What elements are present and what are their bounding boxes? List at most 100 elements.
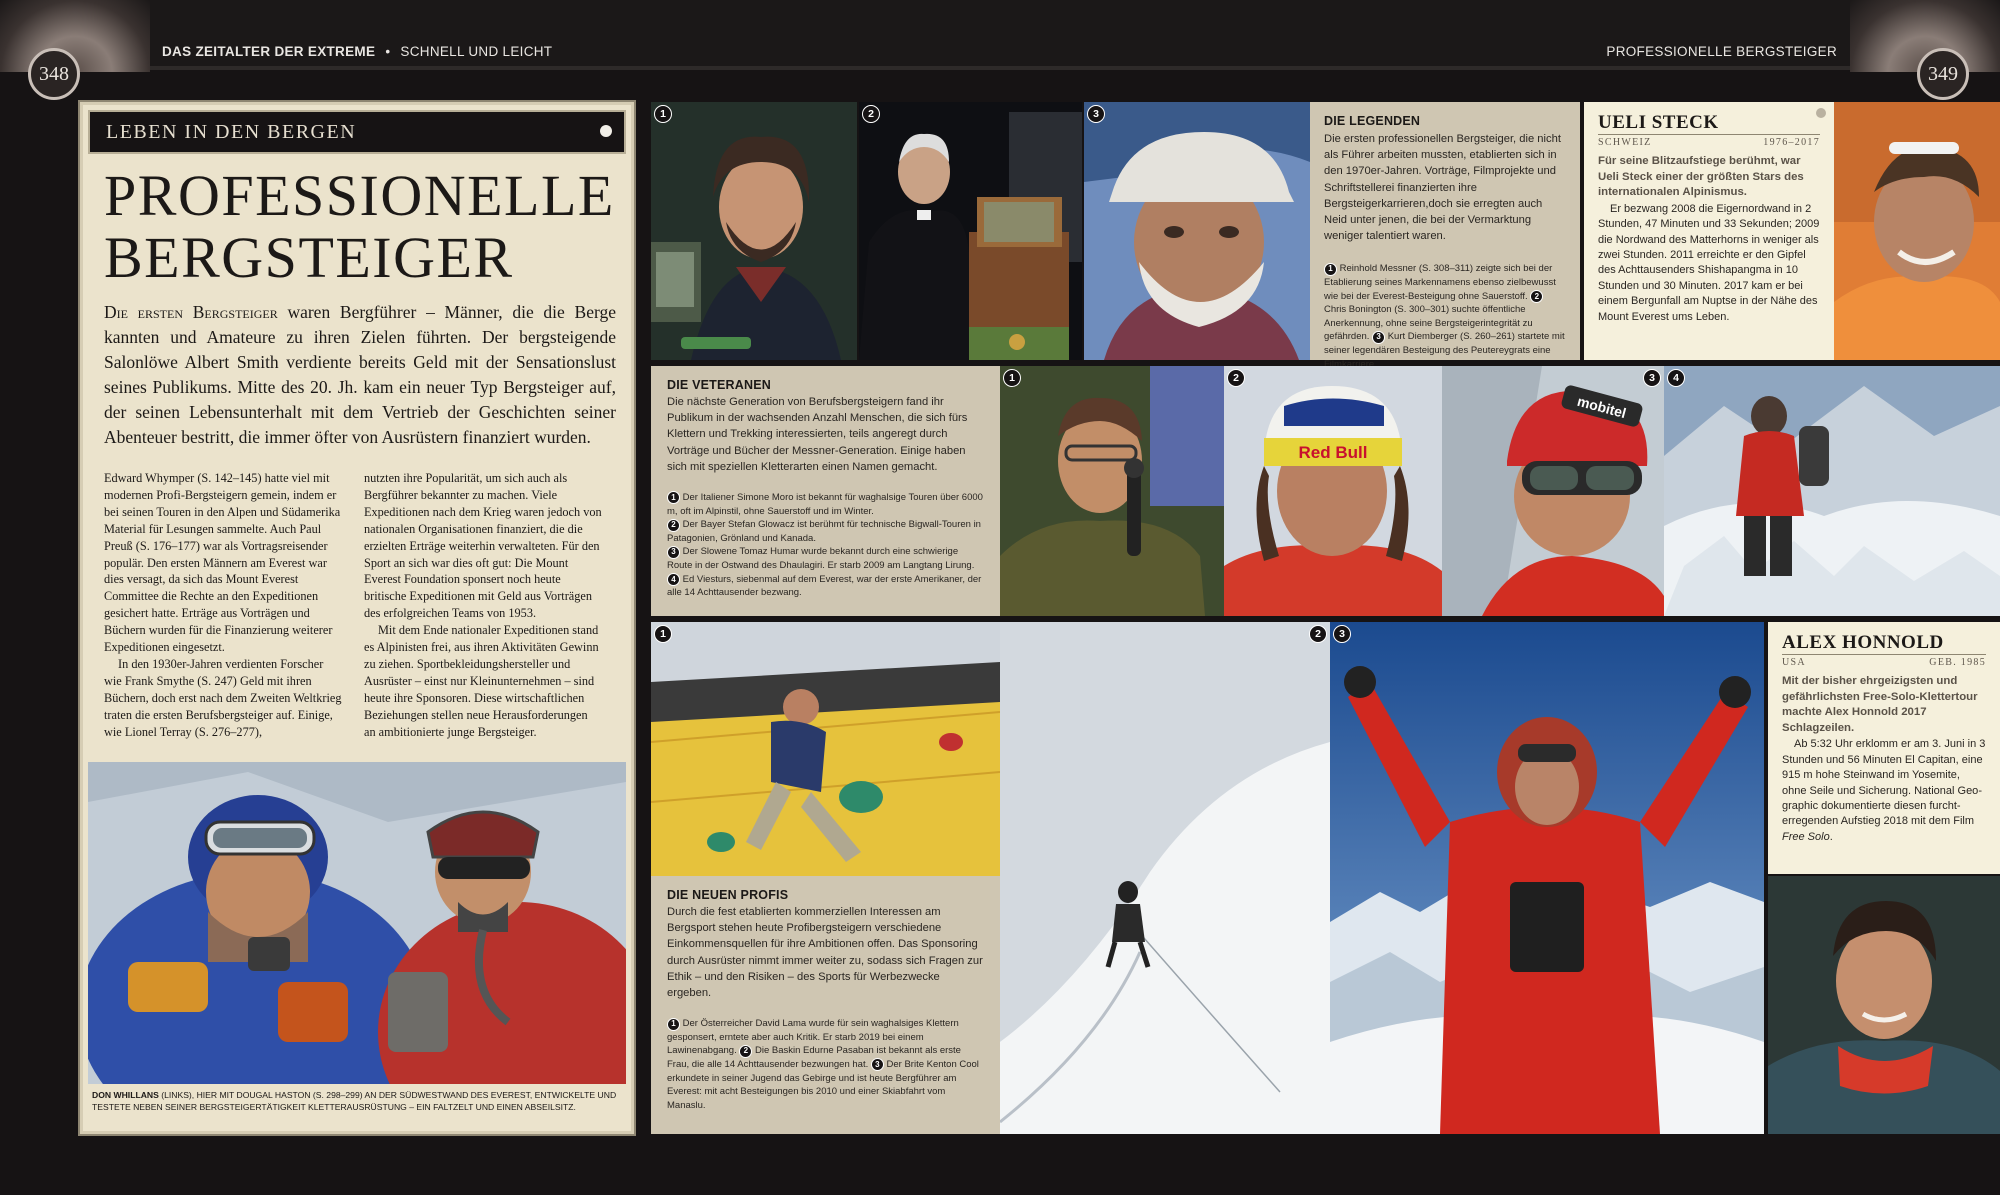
snow-slope-illustration — [1000, 622, 1330, 1134]
profile-years: 1976–2017 — [1763, 137, 1820, 148]
intro-lead: Die ersten Bergsteiger — [104, 302, 278, 322]
profile-text-end: . — [1829, 830, 1833, 843]
photo-alex-honnold — [1768, 876, 2000, 1134]
film-title: Free Solo — [1782, 830, 1830, 843]
caption-text: (links), hier mit Dougal Haston (S. 298–… — [92, 1090, 617, 1112]
header-separator: • — [385, 44, 391, 59]
number-badge: 4 — [667, 572, 680, 586]
section-title: DAS ZEITALTER DER EXTREME — [162, 44, 376, 59]
photo-david-lama: 1 — [651, 622, 1000, 876]
profile-text: Er bezwang 2008 die Eigernordwand in 2 S… — [1598, 202, 1820, 323]
category-label-bar: LEBEN IN DEN BERGEN — [88, 110, 626, 154]
caption-item: Der Bayer Stefan Glowacz ist berühmt für… — [667, 519, 981, 544]
profis-textbox: DIE NEUEN PROFIS Durch die fest etablier… — [651, 876, 1000, 1134]
photo-number: 3 — [1333, 625, 1351, 643]
portrait-illustration: mobitel — [1442, 366, 1664, 616]
profile-country: SCHWEIZ — [1598, 137, 1652, 148]
portrait-illustration — [1834, 102, 2000, 360]
profis-text: Durch die fest etablierten kommerziellen… — [667, 906, 983, 1000]
number-badge: 2 — [1530, 289, 1544, 303]
portrait-illustration — [1084, 102, 1310, 360]
photo-number: 2 — [1309, 625, 1327, 643]
portrait-illustration — [1768, 876, 2000, 1134]
veteranen-captions: 1 Der Italiener Simone Moro ist bekannt … — [667, 491, 984, 600]
portrait-illustration — [651, 102, 857, 360]
summit-illustration — [1330, 622, 1764, 1134]
profile-ueli-steck: UELI STECK SCHWEIZ 1976–2017 Für seine B… — [1584, 102, 1834, 360]
profis-captions: 1 Der Österreicher David Lama wurde für … — [667, 1017, 984, 1112]
photo-ed-viesturs: 4 — [1664, 366, 2000, 616]
photo-tomaz-humar: mobitel 3 — [1442, 366, 1664, 616]
page-number-right: 349 — [1917, 48, 1969, 100]
profile-text-body: Ab 5:32 Uhr erklomm er am 3. Juni in 3 S… — [1782, 738, 1986, 828]
running-header-right: PROFESSIONELLE BERGSTEIGER — [1606, 44, 1837, 59]
portrait-illustration — [859, 102, 1082, 360]
photo-number: 1 — [1003, 369, 1021, 387]
photo-number: 1 — [654, 105, 672, 123]
dot-icon — [1816, 108, 1826, 118]
photo-number: 4 — [1667, 369, 1685, 387]
legenden-captions: 1 Reinhold Messner (S. 308–311) zeigte s… — [1324, 262, 1566, 371]
dot-icon — [600, 125, 612, 137]
photo-number: 3 — [1643, 369, 1661, 387]
profile-lead: Für seine Blitzaufstiege berühmt, war Ue… — [1598, 155, 1804, 199]
profile-country: USA — [1782, 657, 1806, 668]
body-column-2: nutzten ihre Popularität, um sich auch a… — [364, 470, 602, 741]
legenden-text: Die ersten professionellen Bergsteiger, … — [1324, 133, 1561, 243]
profile-meta: SCHWEIZ 1976–2017 — [1598, 134, 1820, 148]
body-paragraph: In den 1930er-Jahren verdienten Forscher… — [104, 656, 342, 739]
portrait-illustration — [1000, 366, 1224, 616]
body-paragraph: Mit dem Ende nationaler Expeditionen sta… — [364, 623, 599, 739]
photo-stefan-glowacz: Red Bull 2 — [1224, 366, 1442, 616]
intro-text: waren Bergführer – Männer, die die Berge… — [104, 302, 616, 447]
photo-ueli-steck — [1834, 102, 2000, 360]
photo-number: 2 — [1227, 369, 1245, 387]
helmet-logo-text: Red Bull — [1299, 443, 1368, 462]
profile-lead: Mit der bisher ehrgeizigsten und gefährl… — [1782, 675, 1978, 734]
profis-heading: DIE NEUEN PROFIS — [667, 888, 789, 902]
photo-number: 3 — [1087, 105, 1105, 123]
category-label: LEBEN IN DEN BERGEN — [106, 121, 357, 143]
number-badge: 1 — [667, 1017, 680, 1031]
subsection-title: SCHNELL UND LEICHT — [400, 44, 553, 59]
climbing-illustration — [651, 622, 1000, 876]
photo-edurne-pasaban: 2 — [1000, 622, 1330, 1134]
climbers-illustration — [88, 762, 626, 1084]
veteranen-textbox: DIE VETERANEN Die nächste Generation von… — [651, 366, 1000, 616]
caption-item: Ed Viesturs, siebenmal auf dem Everest, … — [667, 573, 982, 599]
profile-meta: USA GEB. 1985 — [1782, 654, 1986, 668]
photo-chris-bonington: 2 — [859, 102, 1082, 360]
profile-alex-honnold: ALEX HONNOLD USA GEB. 1985 Mit der bishe… — [1768, 622, 2000, 874]
veteranen-heading: DIE VETERANEN — [667, 378, 772, 392]
photo-kurt-diemberger: 3 — [1084, 102, 1310, 360]
caption-item: Der Slowene Tomaz Humar wurde bekannt du… — [667, 546, 975, 571]
number-badge: 1 — [1324, 262, 1337, 276]
photo-caption: Don Whillans (links), hier mit Dougal Ha… — [92, 1090, 622, 1113]
photo-whillans-haston — [88, 762, 626, 1084]
profile-name: UELI STECK — [1598, 112, 1719, 133]
legenden-textbox: DIE LEGENDEN Die ersten professionellen … — [1310, 102, 1580, 370]
body-paragraph: Edward Whymper (S. 142–145) hatte viel m… — [104, 471, 341, 655]
number-badge: 3 — [870, 1058, 884, 1072]
intro-paragraph: Die ersten Bergsteiger waren Bergführer … — [104, 300, 616, 450]
number-badge: 2 — [667, 518, 680, 532]
caption-item: Reinhold Messner (S. 308–311) zeigte sic… — [1324, 263, 1556, 302]
profile-name: ALEX HONNOLD — [1782, 632, 1944, 653]
caption-lead: Don Whillans — [92, 1090, 159, 1100]
title-line-1: PROFESSIONELLE — [104, 163, 615, 228]
profile-text: Ab 5:32 Uhr erklomm er am 3. Juni in 3 S… — [1782, 737, 1986, 845]
portrait-illustration: Red Bull — [1224, 366, 1442, 616]
legenden-heading: DIE LEGENDEN — [1324, 114, 1421, 128]
landscape-illustration — [1664, 366, 2000, 616]
title-line-2: BERGSTEIGER — [104, 225, 514, 290]
running-header-bar — [0, 0, 2000, 70]
number-badge: 3 — [667, 545, 680, 559]
body-paragraph: nutzten ihre Popularität, um sich auch a… — [364, 471, 602, 621]
body-column-1: Edward Whymper (S. 142–145) hatte viel m… — [104, 470, 342, 741]
caption-item: Der Italiener Simone Moro ist bekannt fü… — [667, 492, 983, 517]
photo-reinhold-messner: 1 — [651, 102, 857, 360]
photo-number: 1 — [654, 625, 672, 643]
photo-kenton-cool: 3 — [1330, 622, 1764, 1134]
profile-years: GEB. 1985 — [1929, 657, 1986, 668]
number-badge: 3 — [1372, 330, 1386, 344]
